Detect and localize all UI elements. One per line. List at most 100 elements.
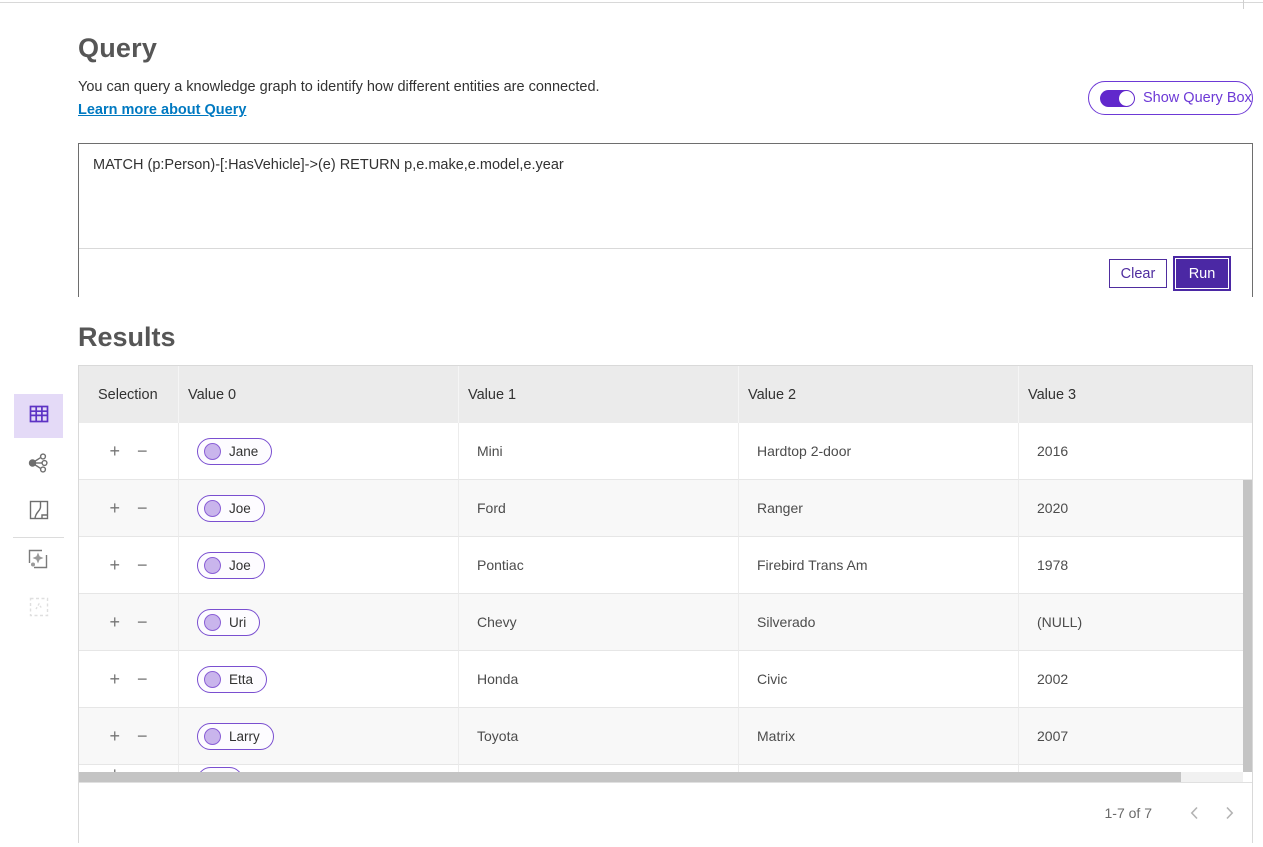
results-table: Selection Value 0 Value 1 Value 2 Value …: [78, 365, 1253, 843]
table-view-icon: [27, 402, 51, 431]
vertical-scrollbar[interactable]: [1243, 480, 1252, 772]
results-title: Results: [78, 322, 176, 353]
remove-from-selection-button[interactable]: −: [135, 499, 150, 517]
vertical-scrollbar-thumb[interactable]: [1243, 480, 1252, 772]
new-map-icon: [26, 547, 50, 576]
top-border-line: [0, 2, 1263, 3]
person-name: Jane: [229, 444, 258, 459]
table-row: + − Jane Mini Hardtop 2-door 2016: [79, 423, 1252, 480]
next-page-button[interactable]: [1225, 806, 1234, 820]
page-description: You can query a knowledge graph to ident…: [78, 79, 600, 95]
person-entity-pill[interactable]: Jane: [197, 438, 272, 465]
person-entity-pill[interactable]: Joe: [197, 552, 265, 579]
year-cell: 2002: [1019, 651, 1252, 708]
model-cell: Hardtop 2-door: [739, 423, 1019, 480]
selection-cell: + −: [79, 537, 179, 594]
make-cell: Honda: [459, 651, 739, 708]
make-cell: Ford: [459, 480, 739, 537]
previous-page-button[interactable]: [1190, 806, 1199, 820]
add-to-selection-button[interactable]: +: [107, 613, 122, 631]
year-cell: 2016: [1019, 423, 1252, 480]
map-icon: [28, 499, 50, 526]
make-cell: Pontiac: [459, 537, 739, 594]
year-cell: 2007: [1019, 708, 1252, 765]
top-right-tick: [1243, 0, 1244, 9]
column-header-selection[interactable]: Selection: [79, 366, 179, 423]
tool-add-to-selection: [26, 596, 52, 622]
person-name: Larry: [229, 729, 260, 744]
selection-cell: + −: [79, 594, 179, 651]
person-name: Etta: [229, 672, 253, 687]
add-to-selection-button[interactable]: +: [107, 765, 122, 772]
add-to-selection-button[interactable]: +: [107, 442, 122, 460]
model-cell: Civic: [739, 651, 1019, 708]
toggle-switch-icon[interactable]: [1100, 90, 1135, 107]
pagination-range-label: 1-7 of 7: [1105, 805, 1152, 821]
person-cell: Uri: [179, 594, 459, 651]
selection-cell: + −: [79, 423, 179, 480]
query-panel: MATCH (p:Person)-[:HasVehicle]->(e) RETU…: [78, 143, 1253, 297]
entity-dot-icon: [204, 671, 221, 688]
table-row: + − Uri Chevy Silverado (NULL): [79, 594, 1252, 651]
remove-from-selection-button[interactable]: −: [135, 556, 150, 574]
person-entity-pill[interactable]: Joe: [197, 495, 265, 522]
run-button[interactable]: Run: [1176, 259, 1228, 288]
tool-link-chart-view[interactable]: [25, 452, 51, 478]
toggle-knob: [1119, 91, 1134, 106]
make-cell: Toyota: [459, 708, 739, 765]
pagination: 1-7 of 7: [1105, 783, 1234, 843]
horizontal-scrollbar-thumb[interactable]: [79, 772, 1181, 782]
model-cell: Matrix: [739, 708, 1019, 765]
person-cell: Jane: [179, 423, 459, 480]
table-body: + − Jane Mini Hardtop 2-door 2016 + − Jo…: [79, 423, 1252, 772]
person-entity-pill[interactable]: Etta: [197, 666, 267, 693]
clear-button[interactable]: Clear: [1109, 259, 1167, 288]
column-header-value2[interactable]: Value 2: [739, 366, 1019, 423]
make-cell: [459, 765, 739, 772]
tool-map-view[interactable]: [26, 499, 52, 525]
person-cell: Joe: [179, 480, 459, 537]
query-text-input[interactable]: MATCH (p:Person)-[:HasVehicle]->(e) RETU…: [79, 144, 1252, 249]
remove-from-selection-button[interactable]: −: [135, 613, 150, 631]
toggle-label: Show Query Box: [1143, 90, 1252, 106]
entity-dot-icon: [204, 443, 221, 460]
tool-table-view[interactable]: [14, 394, 63, 438]
person-entity-pill[interactable]: Larry: [197, 723, 274, 750]
learn-more-link[interactable]: Learn more about Query: [78, 102, 246, 118]
table-row: + − Etta Honda Civic 2002: [79, 651, 1252, 708]
year-cell: 1978: [1019, 537, 1252, 594]
add-to-selection-button[interactable]: +: [107, 670, 122, 688]
page-title: Query: [78, 33, 157, 64]
person-cell: Larry: [179, 708, 459, 765]
model-cell: Silverado: [739, 594, 1019, 651]
year-cell: (NULL): [1019, 594, 1252, 651]
remove-from-selection-button[interactable]: −: [135, 727, 150, 745]
selection-cell: + −: [79, 480, 179, 537]
add-to-selection-button[interactable]: +: [107, 727, 122, 745]
make-cell: Mini: [459, 423, 739, 480]
add-to-selection-icon: [28, 596, 50, 623]
column-header-value1[interactable]: Value 1: [459, 366, 739, 423]
selection-cell: + −: [79, 651, 179, 708]
column-header-value3[interactable]: Value 3: [1019, 366, 1252, 423]
column-header-value0[interactable]: Value 0: [179, 366, 459, 423]
person-cell: Etta: [179, 651, 459, 708]
person-cell: [179, 765, 459, 772]
table-row: + −: [79, 765, 1252, 772]
query-page: Query You can query a knowledge graph to…: [0, 0, 1263, 847]
year-cell: [1019, 765, 1252, 772]
remove-from-selection-button[interactable]: −: [135, 765, 150, 772]
remove-from-selection-button[interactable]: −: [135, 442, 150, 460]
selection-cell: + −: [79, 708, 179, 765]
entity-dot-icon: [204, 728, 221, 745]
remove-from-selection-button[interactable]: −: [135, 670, 150, 688]
person-entity-pill[interactable]: Uri: [197, 609, 260, 636]
show-query-box-toggle[interactable]: Show Query Box: [1088, 81, 1253, 115]
horizontal-scrollbar[interactable]: [79, 772, 1243, 782]
person-cell: Joe: [179, 537, 459, 594]
make-cell: Chevy: [459, 594, 739, 651]
add-to-selection-button[interactable]: +: [107, 556, 122, 574]
model-cell: [739, 765, 1019, 772]
add-to-selection-button[interactable]: +: [107, 499, 122, 517]
tool-new-map[interactable]: [25, 548, 51, 574]
